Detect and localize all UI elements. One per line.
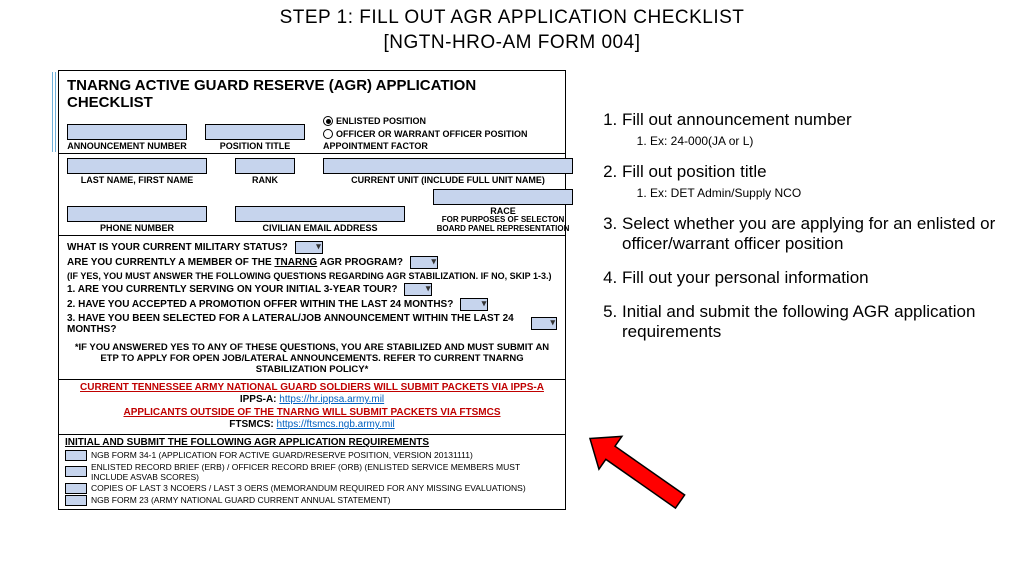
stabilization-note: *IF YOU ANSWERED YES TO ANY OF THESE QUE… [59,340,565,379]
announcement-number-label: ANNOUNCEMENT NUMBER [67,141,187,151]
checklist-form: TNARNG ACTIVE GUARD RESERVE (AGR) APPLIC… [58,70,566,510]
ftsmcs-label: FTSMCS: [229,419,276,430]
rank-input[interactable] [235,158,295,174]
req-row: NGB FORM 23 (ARMY NATIONAL GUARD CURRENT… [65,495,559,506]
q3-label: 3. HAVE YOU BEEN SELECTED FOR A LATERAL/… [67,313,524,335]
email-input[interactable] [235,206,405,222]
arrow-icon [570,430,700,510]
position-title-input[interactable] [205,124,305,140]
instruction-2: Fill out position title Ex: DET Admin/Su… [622,162,1000,200]
ippsa-link[interactable]: https://hr.ippsa.army.mil [279,394,384,405]
radio-officer-label: OFFICER OR WARRANT OFFICER POSITION [336,128,528,141]
req-item-0: NGB FORM 34-1 (APPLICATION FOR ACTIVE GU… [91,450,473,460]
ftsmcs-link[interactable]: https://ftsmcs.ngb.army.mil [277,419,395,430]
appointment-factor-radios: ENLISTED POSITION OFFICER OR WARRANT OFF… [323,115,528,140]
announcement-number-input[interactable] [67,124,187,140]
req-row: COPIES OF LAST 3 NCOERS / LAST 3 OERS (M… [65,483,559,494]
submit-section: CURRENT TENNESSEE ARMY NATIONAL GUARD SO… [59,380,565,434]
form-row-2: LAST NAME, FIRST NAME RANK CURRENT UNIT … [59,154,565,187]
radio-enlisted-label: ENLISTED POSITION [336,115,426,128]
instructions-panel: Fill out announcement number Ex: 24-000(… [600,110,1000,356]
current-unit-label: CURRENT UNIT (INCLUDE FULL UNIT NAME) [351,175,545,185]
field-position-title: POSITION TITLE [205,124,305,151]
position-title-label: POSITION TITLE [220,141,291,151]
instruction-3: Select whether you are applying for an e… [622,214,1000,254]
q1-dropdown[interactable] [404,283,432,296]
instruction-1-sub: Ex: 24-000(JA or L) [650,134,1000,148]
email-label: CIVILIAN EMAIL ADDRESS [262,223,377,233]
q2-dropdown[interactable] [460,298,488,311]
page-title: STEP 1: FILL OUT AGR APPLICATION CHECKLI… [0,0,1024,55]
req-item-3: NGB FORM 23 (ARMY NATIONAL GUARD CURRENT… [91,495,390,505]
q1-label: 1. ARE YOU CURRENTLY SERVING ON YOUR INI… [67,284,397,295]
accent-bar [52,72,56,152]
form-title: TNARNG ACTIVE GUARD RESERVE (AGR) APPLIC… [59,71,565,113]
race-input[interactable] [433,189,573,205]
instruction-4-text: Fill out your personal information [622,268,869,287]
instruction-5: Initial and submit the following AGR app… [622,302,1000,342]
instruction-2-sub: Ex: DET Admin/Supply NCO [650,186,1000,200]
phone-input[interactable] [67,206,207,222]
initial-box[interactable] [65,495,87,506]
phone-label: PHONE NUMBER [100,223,174,233]
instruction-3-text: Select whether you are applying for an e… [622,214,995,253]
title-line1: STEP 1: FILL OUT AGR APPLICATION CHECKLI… [0,6,1024,31]
q2-label: 2. HAVE YOU ACCEPTED A PROMOTION OFFER W… [67,299,453,310]
q-member-label: ARE YOU CURRENTLY A MEMBER OF THE TNARNG… [67,257,403,268]
instruction-2-text: Fill out position title [622,162,767,181]
q-note: (IF YES, YOU MUST ANSWER THE FOLLOWING Q… [67,271,557,281]
ftsmcs-line: FTSMCS: https://ftsmcs.ngb.army.mil [67,419,557,432]
form-row-3: PHONE NUMBER CIVILIAN EMAIL ADDRESS RACE… [59,187,565,235]
current-unit-input[interactable] [323,158,573,174]
ippsa-line: IPPS-A: https://hr.ippsa.army.mil [67,394,557,407]
field-announcement-number: ANNOUNCEMENT NUMBER [67,124,187,151]
req-row: ENLISTED RECORD BRIEF (ERB) / OFFICER RE… [65,462,559,482]
req-item-1: ENLISTED RECORD BRIEF (ERB) / OFFICER RE… [91,462,559,482]
instruction-4: Fill out your personal information [622,268,1000,288]
radio-enlisted[interactable]: ENLISTED POSITION [323,115,528,128]
instruction-5-text: Initial and submit the following AGR app… [622,302,975,341]
rank-label: RANK [252,175,278,185]
instruction-1: Fill out announcement number Ex: 24-000(… [622,110,1000,148]
radio-dot-selected-icon [323,116,333,126]
appointment-factor-label: APPOINTMENT FACTOR [323,141,528,151]
q-status-label: WHAT IS YOUR CURRENT MILITARY STATUS? [67,242,288,253]
questions-section: WHAT IS YOUR CURRENT MILITARY STATUS? AR… [59,236,565,340]
form-image: TNARNG ACTIVE GUARD RESERVE (AGR) APPLIC… [58,70,566,510]
submit-line2: APPLICANTS OUTSIDE OF THE TNARNG WILL SU… [67,407,557,420]
submit-line1: CURRENT TENNESSEE ARMY NATIONAL GUARD SO… [67,382,557,395]
initial-box[interactable] [65,450,87,461]
instruction-1-text: Fill out announcement number [622,110,852,129]
form-row-1: ANNOUNCEMENT NUMBER POSITION TITLE ENLIS… [59,113,565,153]
reqs-title: INITIAL AND SUBMIT THE FOLLOWING AGR APP… [65,437,559,448]
instructions-list: Fill out announcement number Ex: 24-000(… [600,110,1000,342]
member-dropdown[interactable] [410,256,438,269]
title-line2: [NGTN-HRO-AM FORM 004] [0,31,1024,56]
req-item-2: COPIES OF LAST 3 NCOERS / LAST 3 OERS (M… [91,483,526,493]
last-first-input[interactable] [67,158,207,174]
status-dropdown[interactable] [295,241,323,254]
req-row: NGB FORM 34-1 (APPLICATION FOR ACTIVE GU… [65,450,559,461]
race-sublabel: FOR PURPOSES OF SELECTON BOARD PANEL REP… [433,216,573,233]
initial-box[interactable] [65,466,87,477]
radio-dot-icon [323,129,333,139]
last-first-label: LAST NAME, FIRST NAME [81,175,194,185]
initial-box[interactable] [65,483,87,494]
requirements-section: INITIAL AND SUBMIT THE FOLLOWING AGR APP… [59,435,565,509]
radio-officer[interactable]: OFFICER OR WARRANT OFFICER POSITION [323,128,528,141]
q3-dropdown[interactable] [531,317,557,330]
ippsa-label: IPPS-A: [240,394,279,405]
